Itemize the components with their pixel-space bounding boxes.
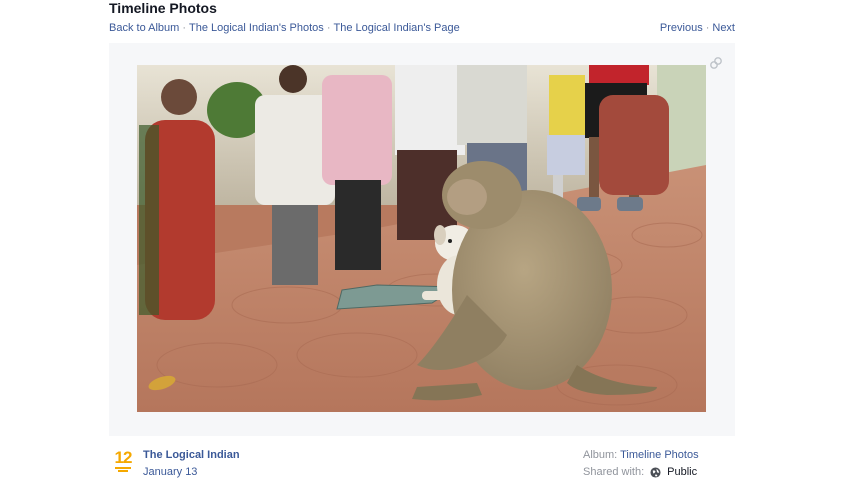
photo-footer: 12 The Logical Indian January 13 Album: … [109, 446, 735, 482]
separator: · [182, 22, 186, 34]
photo-pager: Previous · Next [660, 21, 735, 35]
fullscreen-icon[interactable] [709, 56, 723, 70]
globe-icon [650, 466, 661, 478]
album-link[interactable]: Timeline Photos [620, 449, 698, 461]
audience-row: Shared with: Public [583, 465, 699, 479]
separator: · [326, 22, 331, 34]
back-to-album-link[interactable]: Back to Album [109, 22, 179, 34]
shared-label: Shared with: [583, 466, 645, 478]
page-logo-text: 12 [114, 448, 133, 467]
page-logo[interactable]: 12 [113, 449, 133, 475]
photo[interactable] [137, 65, 706, 412]
breadcrumb: Back to Album · The Logical Indian's Photo… [109, 21, 460, 35]
photo-image [137, 65, 706, 412]
page-logo-underline [118, 470, 128, 472]
album-row: Album: Timeline Photos [583, 448, 699, 462]
separator: · [705, 22, 710, 34]
photo-meta: Album: Timeline Photos Shared with: Publ… [583, 448, 699, 479]
audience-label[interactable]: Public [667, 465, 697, 479]
page-title: Timeline Photos [109, 0, 217, 16]
page-logo-underline [115, 467, 131, 469]
owner-photos-link[interactable]: The Logical Indian's Photos [189, 22, 324, 34]
album-label: Album: [583, 449, 618, 461]
previous-link[interactable]: Previous [660, 22, 703, 34]
photo-stage [109, 43, 735, 436]
next-link[interactable]: Next [712, 22, 735, 34]
owner-page-link[interactable]: The Logical Indian's Page [333, 22, 459, 34]
page-name-link[interactable]: The Logical Indian [143, 448, 240, 462]
post-date-link[interactable]: January 13 [143, 465, 197, 479]
